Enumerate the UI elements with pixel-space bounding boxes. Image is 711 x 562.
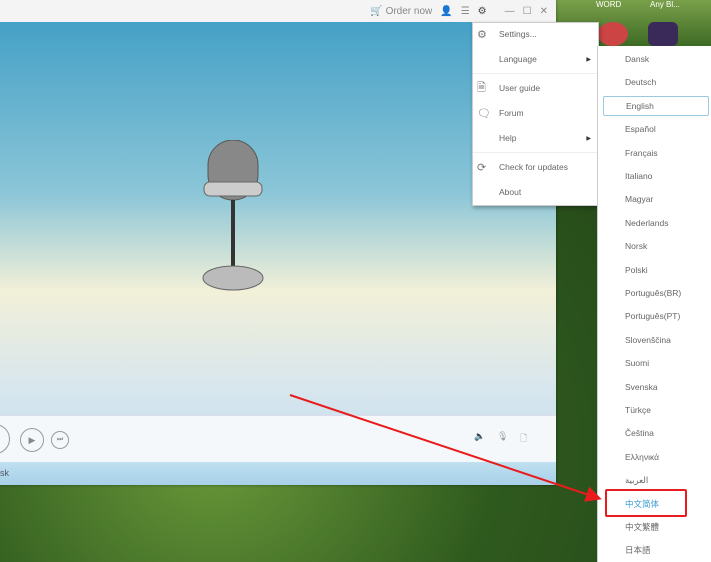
annotation-highlight-box bbox=[605, 489, 687, 517]
annotation-arrow bbox=[289, 394, 602, 502]
